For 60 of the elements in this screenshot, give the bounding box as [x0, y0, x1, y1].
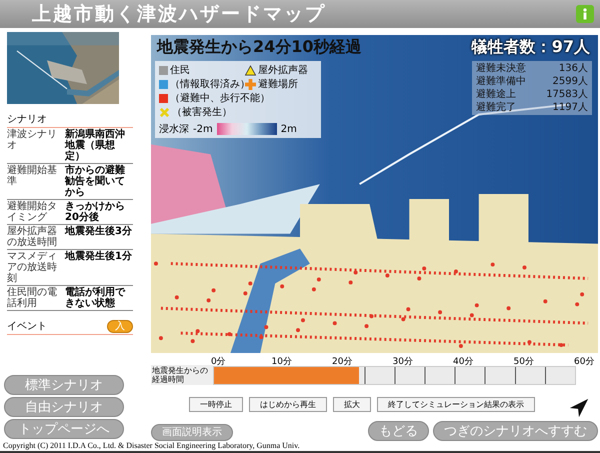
scale-label: 浸水深: [159, 122, 189, 136]
scenario-value: 電話が利用できない状態: [65, 287, 126, 309]
help-button[interactable]: 画面説明表示: [151, 424, 233, 441]
north-arrow-icon: [568, 397, 590, 419]
elapsed-time: 地震発生から24分10秒経過: [157, 37, 362, 58]
info-icon[interactable]: [576, 5, 594, 23]
depth-gradient: [216, 123, 277, 135]
copyright: Copyright (C) 2011 I.D.A Co., Ltd. & Disaster Social Engineering Laboratory, Gunma Univ.: [2, 441, 301, 451]
legend-label: （情報取得済み）: [170, 78, 250, 91]
legend-label: （避難中、歩行不能）: [170, 92, 270, 105]
tick-label: 60分: [574, 356, 594, 368]
scenario-label: 津波シナリオ: [7, 129, 58, 153]
scenario-button[interactable]: 標準シナリオ: [4, 375, 124, 395]
stat-label: 避難準備中: [476, 75, 526, 88]
stat-label: 避難完了: [476, 101, 516, 114]
casualty-count: 犠牲者数：97人: [472, 37, 590, 58]
scenario-value: 市からの避難勧告を聞いてから: [65, 165, 126, 198]
scenario-label: 屋外拡声器の放送時間: [7, 226, 58, 248]
legend-label: （被害発生）: [172, 106, 232, 119]
stat-value: 17583人: [546, 88, 588, 101]
tick-label: 0分: [211, 356, 226, 368]
tick-label: 10分: [272, 356, 292, 368]
stat-value: 2599人: [552, 75, 588, 88]
scenario-value: きっかけから20分後: [65, 201, 126, 223]
plus-icon: [245, 78, 256, 90]
scale-max: 2m: [280, 124, 297, 134]
scale-min: -2m: [193, 124, 213, 134]
scenario-value: 地震発生後1分: [65, 251, 133, 264]
scenario-button[interactable]: トップページへ: [4, 419, 124, 439]
stat-label: 避難途上: [476, 88, 516, 101]
scenario-label: 避難開始タイミング: [7, 201, 58, 223]
x-icon: [159, 106, 170, 118]
legend-label: 屋外拡声器: [258, 64, 308, 77]
nav-button[interactable]: もどる: [368, 421, 429, 441]
stat-value: 1197人: [552, 101, 588, 114]
scenario-button[interactable]: 自由シナリオ: [4, 397, 124, 417]
stat-value: 136人: [558, 62, 588, 75]
section-heading: シナリオ: [7, 112, 133, 128]
control-button[interactable]: 一時停止: [189, 396, 243, 412]
scenario-label: 避難開始基準: [7, 165, 58, 189]
tick-label: 40分: [453, 356, 474, 368]
section-heading: イベント: [7, 320, 47, 333]
legend-label: 住民: [170, 64, 190, 77]
control-button[interactable]: 終了してシミュレーション結果の表示: [377, 396, 535, 412]
app-title: 上越市動く津波ハザードマップ: [32, 2, 326, 27]
scenario-label: 住民間の電話利用: [7, 287, 58, 309]
scenario-value: 新潟県南西沖地震（県想定）: [65, 129, 126, 162]
control-button[interactable]: はじめから再生: [249, 396, 327, 412]
control-button[interactable]: 拡大: [333, 396, 371, 412]
tick-label: 30分: [392, 356, 413, 368]
scenario-value: 地震発生後3分: [65, 226, 133, 239]
stat-label: 避難未決意: [476, 62, 526, 75]
event-button[interactable]: 入: [107, 320, 133, 332]
warning-triangle-icon: [245, 64, 256, 76]
scenario-label: マスメディアの放送時刻: [7, 251, 58, 284]
tick-label: 20分: [332, 356, 352, 368]
nav-button[interactable]: つぎのシナリオへすすむ: [433, 421, 598, 441]
legend-label: 避難場所: [258, 78, 298, 91]
tick-label: 50分: [514, 356, 534, 368]
timeline-label: 地震発生からの経過時間: [151, 365, 213, 385]
